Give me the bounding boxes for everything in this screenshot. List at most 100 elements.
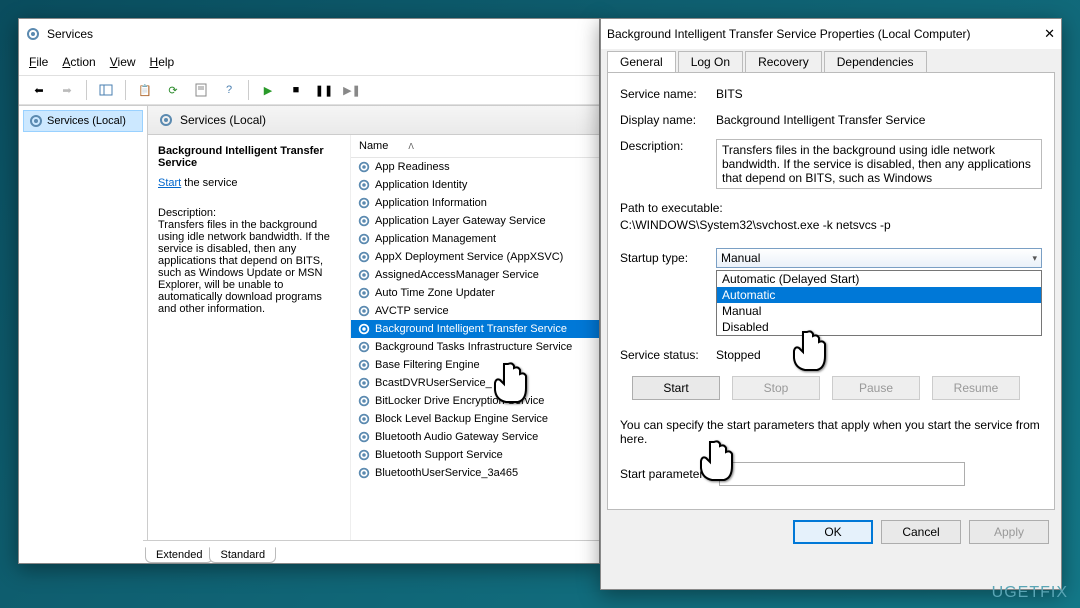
service-row[interactable]: Application Layer Gateway Service <box>351 212 599 230</box>
watermark: UGETFIX <box>992 584 1068 602</box>
startup-type-dropdown: Automatic (Delayed Start)AutomaticManual… <box>716 270 1042 336</box>
service-row[interactable]: Bluetooth Support Service <box>351 446 599 464</box>
gear-icon <box>357 304 371 318</box>
gear-icon <box>357 268 371 282</box>
tab-standard[interactable]: Standard <box>209 547 276 563</box>
stop-button[interactable]: ■ <box>284 78 308 102</box>
service-row[interactable]: Bluetooth Audio Gateway Service <box>351 428 599 446</box>
restart-button[interactable]: ▶❚ <box>340 78 364 102</box>
gear-icon <box>357 358 371 372</box>
description-label: Description: <box>158 207 340 219</box>
gear-icon <box>357 214 371 228</box>
resume-button: Resume <box>932 376 1020 400</box>
service-control-buttons: Start Stop Pause Resume <box>632 376 1042 400</box>
services-titlebar[interactable]: Services <box>19 19 599 49</box>
toolbar: ⬅ ➡ 📋 ⟳ ? ▶ ■ ❚❚ ▶❚ <box>19 75 599 105</box>
startup-option[interactable]: Automatic <box>717 287 1041 303</box>
refresh-button[interactable]: ⟳ <box>161 78 185 102</box>
gear-icon <box>158 112 174 128</box>
value-description[interactable]: Transfers files in the background using … <box>716 139 1042 189</box>
service-row[interactable]: App Readiness <box>351 158 599 176</box>
play-button[interactable]: ▶ <box>256 78 280 102</box>
gear-icon <box>357 250 371 264</box>
gear-icon <box>357 286 371 300</box>
label-startup-type: Startup type: <box>620 251 716 265</box>
pause-button[interactable]: ❚❚ <box>312 78 336 102</box>
ok-button[interactable]: OK <box>793 520 873 544</box>
properties-button[interactable] <box>189 78 213 102</box>
properties-dialog: Background Intelligent Transfer Service … <box>600 18 1062 590</box>
export-button[interactable]: 📋 <box>133 78 157 102</box>
label-service-name: Service name: <box>620 87 716 101</box>
pause-button: Pause <box>832 376 920 400</box>
menu-file[interactable]: File <box>29 55 48 69</box>
services-icon <box>25 26 41 42</box>
info-panel: Background Intelligent Transfer Service … <box>148 135 350 540</box>
description-text: Transfers files in the background using … <box>158 219 340 315</box>
gear-icon <box>357 322 371 336</box>
menubar: File Action View Help <box>19 49 599 75</box>
service-row[interactable]: Auto Time Zone Updater <box>351 284 599 302</box>
label-service-status: Service status: <box>620 348 716 362</box>
gear-icon <box>357 412 371 426</box>
tab-extended[interactable]: Extended <box>145 547 213 563</box>
startup-option[interactable]: Automatic (Delayed Start) <box>717 271 1041 287</box>
close-button[interactable]: ✕ <box>1044 26 1055 42</box>
cancel-button[interactable]: Cancel <box>881 520 961 544</box>
gear-icon <box>28 113 44 129</box>
bottom-tabs: Extended Standard <box>143 540 599 563</box>
startup-type-combo[interactable]: Manual ▾ <box>716 248 1042 268</box>
tree-item-services-local[interactable]: Services (Local) <box>23 110 143 132</box>
gear-icon <box>357 466 371 480</box>
show-hide-button[interactable] <box>94 78 118 102</box>
tab-general[interactable]: General <box>607 51 676 72</box>
service-row[interactable]: BcastDVRUserService_ <box>351 374 599 392</box>
tab-dependencies[interactable]: Dependencies <box>824 51 927 72</box>
forward-button[interactable]: ➡ <box>55 78 79 102</box>
startup-option[interactable]: Disabled <box>717 319 1041 335</box>
service-row[interactable]: Background Tasks Infrastructure Service <box>351 338 599 356</box>
value-service-name: BITS <box>716 87 1042 101</box>
service-row[interactable]: AppX Deployment Service (AppXSVC) <box>351 248 599 266</box>
back-button[interactable]: ⬅ <box>27 78 51 102</box>
tab-logon[interactable]: Log On <box>678 51 743 72</box>
value-path: C:\WINDOWS\System32\svchost.exe -k netsv… <box>620 218 891 232</box>
service-row[interactable]: Application Information <box>351 194 599 212</box>
gear-icon <box>357 340 371 354</box>
hint-text: You can specify the start parameters tha… <box>620 418 1042 446</box>
label-display-name: Display name: <box>620 113 716 127</box>
service-row[interactable]: BitLocker Drive Encryption Service <box>351 392 599 410</box>
service-row[interactable]: Application Identity <box>351 176 599 194</box>
tree-pane: Services (Local) <box>19 106 148 540</box>
label-path: Path to executable: <box>620 201 723 215</box>
service-row[interactable]: Base Filtering Engine <box>351 356 599 374</box>
service-row[interactable]: AssignedAccessManager Service <box>351 266 599 284</box>
stop-button: Stop <box>732 376 820 400</box>
tab-recovery[interactable]: Recovery <box>745 51 822 72</box>
services-title: Services <box>47 27 93 41</box>
service-row[interactable]: Block Level Backup Engine Service <box>351 410 599 428</box>
menu-action[interactable]: Action <box>62 55 95 69</box>
properties-titlebar[interactable]: Background Intelligent Transfer Service … <box>601 19 1061 49</box>
service-row[interactable]: AVCTP service <box>351 302 599 320</box>
menu-help[interactable]: Help <box>150 55 175 69</box>
service-row[interactable]: Background Intelligent Transfer Service <box>351 320 599 338</box>
sort-indicator-icon: ᐱ <box>408 142 413 151</box>
dialog-tabstrip: General Log On Recovery Dependencies <box>607 51 1055 72</box>
label-description: Description: <box>620 139 716 153</box>
help-button[interactable]: ? <box>217 78 241 102</box>
detail-header: Services (Local) <box>148 106 599 135</box>
gear-icon <box>357 160 371 174</box>
start-params-input[interactable] <box>719 462 965 486</box>
selected-service-name: Background Intelligent Transfer Service <box>158 145 340 169</box>
column-header-name[interactable]: Name ᐱ <box>351 135 599 158</box>
start-link[interactable]: Start <box>158 177 181 189</box>
label-start-params: Start parameters: <box>620 467 713 481</box>
general-panel: Service name: BITS Display name: Backgro… <box>607 72 1055 510</box>
chevron-down-icon: ▾ <box>1032 253 1037 264</box>
menu-view[interactable]: View <box>110 55 136 69</box>
start-button[interactable]: Start <box>632 376 720 400</box>
service-row[interactable]: Application Management <box>351 230 599 248</box>
service-row[interactable]: BluetoothUserService_3a465 <box>351 464 599 482</box>
startup-option[interactable]: Manual <box>717 303 1041 319</box>
